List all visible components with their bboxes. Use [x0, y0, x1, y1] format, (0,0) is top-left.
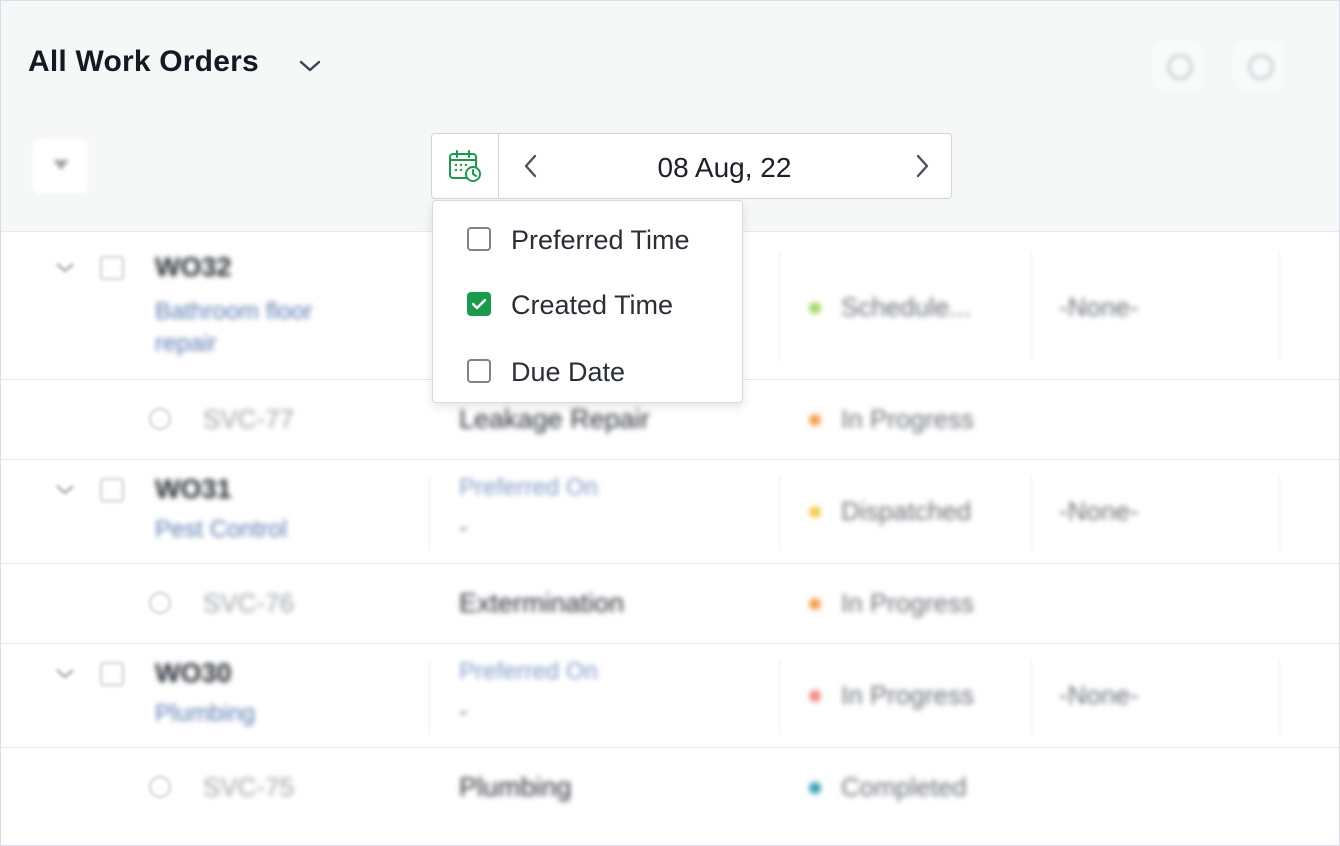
table-row[interactable]: WO31 Pest Control Preferred On - Dispatc…: [1, 459, 1339, 563]
status-dot: [809, 782, 821, 794]
row-checkbox[interactable]: [100, 478, 124, 502]
created-time-checkbox[interactable]: [467, 292, 491, 316]
assignee-label: -None-: [1059, 680, 1139, 710]
menu-item-due-date[interactable]: Due Date: [433, 341, 742, 401]
status-label: In Progress: [841, 680, 974, 710]
status-dot: [809, 598, 821, 610]
menu-item-preferred-time[interactable]: Preferred Time: [433, 209, 742, 269]
service-name: Extermination: [459, 588, 625, 618]
assignee-label: -None-: [1059, 292, 1139, 322]
table-row[interactable]: SVC-75 Plumbing Completed: [1, 747, 1339, 827]
calendar-clock-icon: [449, 150, 481, 182]
menu-item-label: Due Date: [511, 357, 626, 387]
search-button[interactable]: [1151, 39, 1205, 93]
status-label: Schedule...: [841, 292, 972, 322]
expand-chevron-icon[interactable]: [53, 666, 77, 682]
service-name: Plumbing: [459, 772, 572, 802]
menu-item-created-time[interactable]: Created Time: [433, 274, 742, 334]
expand-chevron-icon[interactable]: [53, 260, 77, 276]
work-order-subtitle[interactable]: Pest Control: [155, 516, 287, 544]
menu-item-label: Created Time: [511, 290, 674, 320]
status-dot: [809, 690, 821, 702]
date-picker: 08 Aug, 22: [431, 133, 952, 199]
assignee-label: -None-: [1059, 496, 1139, 526]
chevron-down-icon[interactable]: [297, 55, 323, 77]
preferred-value: -: [459, 696, 468, 726]
preferred-label: Preferred On: [459, 658, 598, 685]
due-date-checkbox[interactable]: [467, 359, 491, 383]
status-label: In Progress: [841, 588, 974, 618]
work-order-id[interactable]: WO30: [155, 658, 232, 689]
row-checkbox[interactable]: [149, 592, 171, 614]
calendar-button[interactable]: [432, 134, 499, 198]
row-checkbox[interactable]: [149, 408, 171, 430]
preferred-value: -: [459, 512, 468, 542]
refresh-icon: [1248, 54, 1274, 80]
status-label: Completed: [841, 772, 967, 802]
next-date-button[interactable]: [907, 150, 937, 182]
row-checkbox[interactable]: [100, 256, 124, 280]
work-order-subtitle[interactable]: Plumbing: [155, 700, 255, 728]
preferred-time-checkbox[interactable]: [467, 227, 491, 251]
work-order-subtitle[interactable]: Bathroom floor repair: [155, 296, 355, 360]
work-order-id[interactable]: WO32: [155, 252, 232, 283]
menu-item-label: Preferred Time: [511, 225, 690, 255]
app-window: All Work Orders WO32 Bathroom floor repa…: [0, 0, 1340, 846]
service-name: Leakage Repair: [459, 404, 650, 434]
row-checkbox[interactable]: [100, 662, 124, 686]
status-label: In Progress: [841, 404, 974, 434]
work-order-id[interactable]: WO31: [155, 474, 232, 505]
refresh-button[interactable]: [1232, 39, 1286, 93]
chevron-right-icon: [916, 154, 929, 178]
search-icon: [1167, 54, 1193, 80]
status-dot: [809, 302, 821, 314]
table-row[interactable]: WO30 Plumbing Preferred On - In Progress…: [1, 643, 1339, 747]
date-type-menu: Preferred Time Created Time Due Date: [432, 200, 743, 403]
row-checkbox[interactable]: [149, 776, 171, 798]
selected-date[interactable]: 08 Aug, 22: [582, 152, 867, 184]
status-dot: [809, 506, 821, 518]
expand-chevron-icon[interactable]: [53, 482, 77, 498]
chevron-left-icon: [524, 154, 537, 178]
service-id: SVC-77: [203, 404, 295, 434]
status-dot: [809, 414, 821, 426]
service-id: SVC-76: [203, 588, 295, 618]
service-id: SVC-75: [203, 772, 295, 802]
filter-icon: [53, 160, 69, 170]
status-label: Dispatched: [841, 496, 972, 526]
check-icon: [471, 298, 487, 310]
table-row[interactable]: SVC-76 Extermination In Progress: [1, 563, 1339, 643]
filter-button[interactable]: [31, 137, 89, 195]
page-title: All Work Orders: [28, 45, 259, 78]
previous-date-button[interactable]: [516, 150, 546, 182]
preferred-label: Preferred On: [459, 474, 598, 501]
